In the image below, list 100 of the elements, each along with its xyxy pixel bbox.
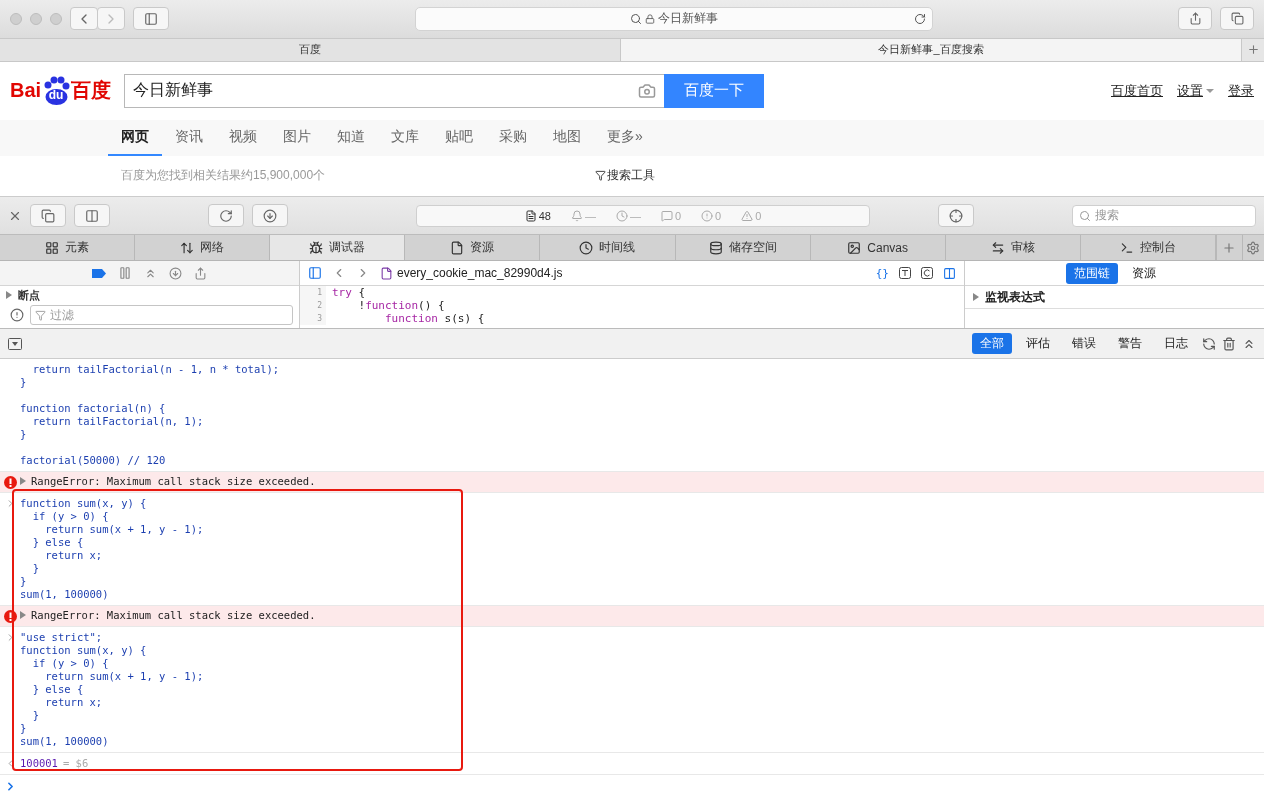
nav-tab[interactable]: 更多»	[594, 119, 656, 156]
filter-icon	[595, 170, 607, 182]
code-line: function s(s) {	[383, 312, 485, 326]
details-toggle-icon[interactable]	[943, 266, 956, 280]
arrows-icon	[180, 240, 195, 255]
tabs-button[interactable]	[1220, 7, 1254, 31]
step-into-icon[interactable]	[169, 266, 182, 280]
message-icon	[660, 209, 673, 222]
file-tab[interactable]: every_cookie_mac_82990d4.js	[380, 266, 563, 281]
address-text: 今日新鲜事	[657, 10, 718, 28]
search-field[interactable]: 今日新鲜事	[124, 73, 664, 108]
file-icon	[380, 266, 393, 280]
pause-icon[interactable]	[118, 266, 132, 281]
error-message: RangeError: Maximum call stack size exceeded.	[31, 475, 316, 488]
coverage-icon[interactable]	[921, 267, 933, 280]
error-icon	[3, 476, 17, 489]
baidu-logo: Bai du 百度	[10, 75, 114, 106]
nav-tab[interactable]: 地图	[540, 119, 594, 156]
share-icon	[1188, 12, 1202, 26]
document-icon	[450, 240, 465, 255]
reload-button[interactable]	[208, 204, 244, 228]
header-link[interactable]: 登录	[1228, 81, 1254, 100]
browser-tab[interactable]: 今日新鲜事_百度搜索	[621, 38, 1242, 61]
nav-tab[interactable]: 文库	[378, 119, 432, 156]
error-message: RangeError: Maximum call stack size exceeded.	[31, 609, 316, 622]
sidebar-button[interactable]	[133, 7, 169, 31]
disclosure-icon[interactable]	[20, 477, 26, 485]
split-button[interactable]	[74, 204, 110, 228]
exclamation-icon[interactable]	[10, 308, 24, 323]
address-bar[interactable]: 今日新鲜事	[414, 6, 933, 31]
sidebar-icon	[144, 11, 158, 26]
refresh-icon[interactable]	[1202, 336, 1216, 351]
exclamation-icon	[701, 209, 714, 222]
plus-icon	[1222, 240, 1237, 255]
result-count: 百度为您找到相关结果约15,900,000个	[121, 167, 326, 185]
database-icon	[708, 240, 723, 255]
code-line: !function() {	[357, 299, 445, 313]
filter-icon	[35, 309, 46, 321]
console-code: function sum(x, y) { if (y > 0) { return sum(x + 1, y - 1); } else { return x; } } sum(1, 100000)	[20, 497, 204, 601]
result-ref: = $6	[62, 757, 89, 770]
nav-tab[interactable]: 贴吧	[432, 119, 486, 156]
share-button[interactable]	[1178, 7, 1212, 31]
nav-tab[interactable]: 图片	[270, 119, 324, 156]
console-code: return tailFactorial(n - 1, n * total); } function factorial(n) { return tailFactorial(n, 1); } factorial(50000) // 120	[20, 363, 280, 467]
console-filter[interactable]: 评估	[1018, 333, 1058, 354]
type-icon[interactable]	[899, 267, 911, 280]
console-filter[interactable]: 错误	[1064, 333, 1104, 354]
back-button[interactable]	[70, 7, 98, 31]
document-icon	[524, 209, 537, 222]
sidebar-tab[interactable]: 范围链	[1065, 262, 1118, 284]
devtools-tab[interactable]: 调试器	[270, 235, 406, 261]
console-toggle-icon[interactable]	[8, 337, 22, 350]
settings-icon	[1246, 240, 1261, 255]
download-button[interactable]	[252, 204, 288, 228]
image-icon	[847, 240, 862, 255]
caret-icon[interactable]	[1206, 88, 1214, 93]
line-number: 2	[300, 299, 326, 313]
disclosure-icon[interactable]	[6, 291, 12, 300]
format-button[interactable]: {}	[875, 266, 889, 280]
clock-icon	[579, 240, 594, 255]
section-title: 监视表达式	[985, 288, 1045, 306]
terminal-icon	[1119, 240, 1134, 255]
nav-tab[interactable]: 知道	[324, 119, 378, 156]
console-filter[interactable]: 日志	[1156, 333, 1196, 354]
camera-icon[interactable]	[638, 81, 656, 100]
breakpoints-icon[interactable]	[92, 268, 106, 278]
dock-button[interactable]	[30, 204, 66, 228]
bell-icon	[570, 209, 583, 222]
trash-icon[interactable]	[1222, 336, 1236, 351]
reload-icon[interactable]	[913, 12, 926, 25]
disclosure-icon[interactable]	[20, 611, 26, 619]
nav-tab[interactable]: 资讯	[162, 119, 216, 156]
sidebar-toggle-icon[interactable]	[308, 266, 322, 281]
clock-icon	[615, 209, 628, 222]
tabs-icon	[1230, 12, 1244, 26]
windows-icon	[41, 208, 55, 223]
search-tools-link[interactable]: 搜索工具	[595, 167, 656, 185]
console-filter[interactable]: 全部	[972, 333, 1012, 354]
disclosure-icon[interactable]	[973, 293, 979, 302]
status-count[interactable]: 48	[524, 209, 551, 222]
nav-tab[interactable]: 视频	[216, 119, 270, 156]
download-icon	[263, 208, 277, 223]
bug-icon	[309, 240, 324, 255]
reload-icon	[219, 208, 233, 223]
step-out-icon[interactable]	[194, 266, 207, 280]
grid-icon	[45, 240, 60, 255]
nav-tab[interactable]: 采购	[486, 119, 540, 156]
error-icon	[3, 610, 17, 623]
sidebar-tab[interactable]: 资源	[1123, 262, 1164, 284]
header-link[interactable]: 设置	[1177, 81, 1203, 100]
line-number: 3	[300, 312, 326, 326]
code-line: try {	[331, 286, 366, 300]
console-filter[interactable]: 警告	[1110, 333, 1150, 354]
inspect-button[interactable]	[938, 204, 974, 228]
search-button[interactable]: 百度一下	[664, 73, 764, 108]
columns-icon	[85, 208, 99, 223]
section-title: 断点	[18, 288, 40, 302]
nav-tab[interactable]: 网页	[108, 119, 162, 156]
warning-icon	[741, 209, 754, 222]
header-link[interactable]: 百度首页	[1111, 81, 1163, 100]
